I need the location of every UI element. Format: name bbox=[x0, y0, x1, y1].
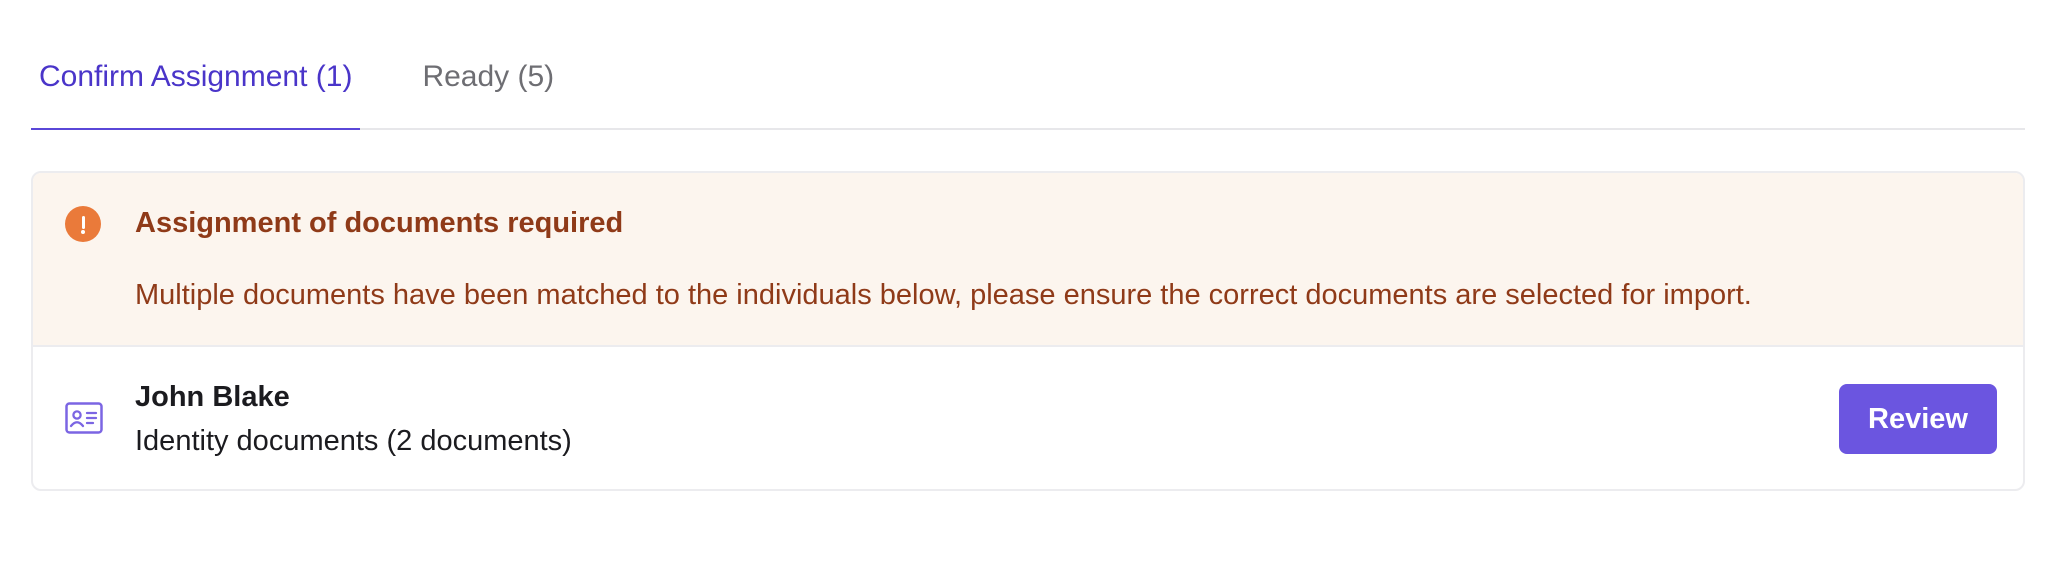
alert-title: Assignment of documents required bbox=[135, 207, 624, 239]
document-summary: Identity documents (2 documents) bbox=[135, 425, 572, 457]
id-card-icon bbox=[65, 402, 103, 434]
exclamation-circle-icon bbox=[65, 206, 101, 242]
tab-bar: Confirm Assignment (1) Ready (5) bbox=[31, 40, 2025, 130]
list-item: John Blake Identity documents (2 documen… bbox=[33, 347, 2023, 489]
person-name: John Blake bbox=[135, 381, 290, 413]
warning-alert: Assignment of documents required Multipl… bbox=[33, 173, 2023, 347]
tab-label: Ready (5) bbox=[422, 60, 555, 93]
tab-confirm-assignment[interactable]: Confirm Assignment (1) bbox=[31, 40, 361, 130]
assignment-panel: Assignment of documents required Multipl… bbox=[31, 171, 2025, 491]
tab-label: Confirm Assignment (1) bbox=[39, 60, 353, 93]
review-button[interactable]: Review bbox=[1839, 384, 1997, 454]
tab-ready[interactable]: Ready (5) bbox=[414, 40, 562, 128]
alert-message: Multiple documents have been matched to … bbox=[135, 279, 1752, 311]
